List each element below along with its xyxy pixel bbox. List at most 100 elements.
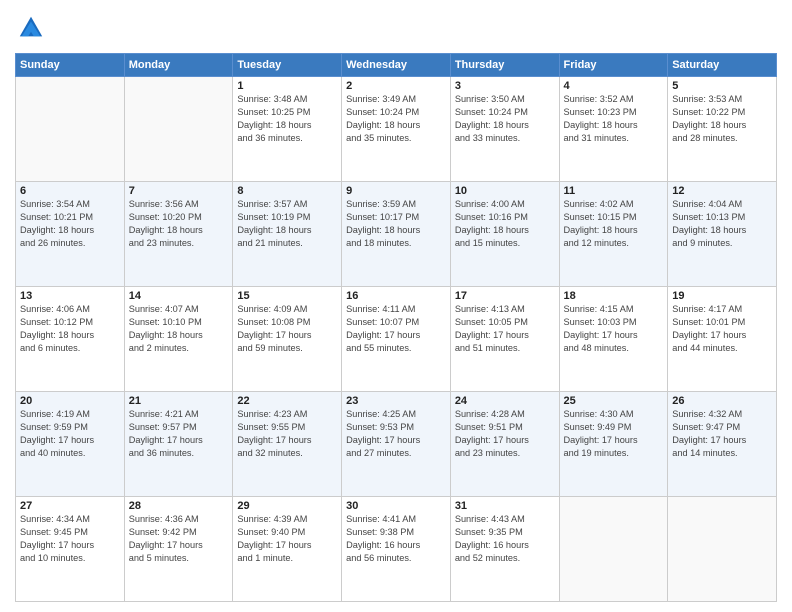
cell-text-line: and 23 minutes. — [455, 447, 555, 460]
cell-text-line: Daylight: 18 hours — [237, 119, 337, 132]
cell-text-line: Daylight: 17 hours — [455, 434, 555, 447]
cell-text-line: and 52 minutes. — [455, 552, 555, 565]
cell-text-line: Sunset: 9:55 PM — [237, 421, 337, 434]
cell-text-line: Sunrise: 4:11 AM — [346, 303, 446, 316]
cell-text-line: and 6 minutes. — [20, 342, 120, 355]
header — [15, 10, 777, 47]
day-number: 19 — [672, 290, 772, 302]
cell-text-line: and 32 minutes. — [237, 447, 337, 460]
calendar-header-row: SundayMondayTuesdayWednesdayThursdayFrid… — [16, 54, 777, 77]
cell-text-line: Sunrise: 4:02 AM — [564, 198, 664, 211]
day-number: 10 — [455, 185, 555, 197]
day-number: 3 — [455, 80, 555, 92]
cell-text-line: Sunrise: 4:32 AM — [672, 408, 772, 421]
cell-text-line: Sunset: 10:05 PM — [455, 316, 555, 329]
calendar-cell: 28Sunrise: 4:36 AMSunset: 9:42 PMDayligh… — [124, 497, 233, 602]
day-number: 14 — [129, 290, 229, 302]
cell-text-line: Daylight: 18 hours — [20, 224, 120, 237]
cell-text-line: Sunrise: 4:17 AM — [672, 303, 772, 316]
cell-text-line: Sunrise: 4:07 AM — [129, 303, 229, 316]
cell-text-line: Sunrise: 4:34 AM — [20, 513, 120, 526]
cell-text-line: Sunrise: 4:28 AM — [455, 408, 555, 421]
day-number: 20 — [20, 395, 120, 407]
calendar-cell: 12Sunrise: 4:04 AMSunset: 10:13 PMDaylig… — [668, 182, 777, 287]
cell-text-line: Sunrise: 4:41 AM — [346, 513, 446, 526]
day-number: 28 — [129, 500, 229, 512]
cell-text-line: Sunrise: 4:00 AM — [455, 198, 555, 211]
cell-text-line: and 19 minutes. — [564, 447, 664, 460]
cell-text-line: Sunset: 9:53 PM — [346, 421, 446, 434]
cell-text-line: Sunset: 10:07 PM — [346, 316, 446, 329]
cell-text-line: Sunset: 9:47 PM — [672, 421, 772, 434]
cell-text-line: and 48 minutes. — [564, 342, 664, 355]
calendar-cell — [559, 497, 668, 602]
cell-text-line: and 10 minutes. — [20, 552, 120, 565]
day-number: 7 — [129, 185, 229, 197]
cell-text-line: Sunset: 10:21 PM — [20, 211, 120, 224]
cell-text-line: and 21 minutes. — [237, 237, 337, 250]
logo — [15, 14, 45, 47]
cell-text-line: Sunset: 9:59 PM — [20, 421, 120, 434]
cell-text-line: Sunset: 9:38 PM — [346, 526, 446, 539]
cell-text-line: Sunset: 10:22 PM — [672, 106, 772, 119]
day-number: 17 — [455, 290, 555, 302]
cell-text-line: Daylight: 17 hours — [346, 329, 446, 342]
cell-text-line: Sunrise: 4:23 AM — [237, 408, 337, 421]
cell-text-line: Sunset: 9:45 PM — [20, 526, 120, 539]
cell-text-line: and 18 minutes. — [346, 237, 446, 250]
col-header-saturday: Saturday — [668, 54, 777, 77]
cell-text-line: Sunset: 10:16 PM — [455, 211, 555, 224]
calendar-cell: 29Sunrise: 4:39 AMSunset: 9:40 PMDayligh… — [233, 497, 342, 602]
day-number: 11 — [564, 185, 664, 197]
day-number: 4 — [564, 80, 664, 92]
cell-text-line: and 5 minutes. — [129, 552, 229, 565]
col-header-sunday: Sunday — [16, 54, 125, 77]
cell-text-line: Sunset: 10:03 PM — [564, 316, 664, 329]
cell-text-line: Daylight: 18 hours — [672, 224, 772, 237]
col-header-friday: Friday — [559, 54, 668, 77]
day-number: 13 — [20, 290, 120, 302]
calendar-week-4: 20Sunrise: 4:19 AMSunset: 9:59 PM Dayligh… — [16, 392, 777, 497]
cell-text-line: and 14 minutes. — [672, 447, 772, 460]
cell-text-line: and 55 minutes. — [346, 342, 446, 355]
col-header-thursday: Thursday — [450, 54, 559, 77]
calendar-cell: 25Sunrise: 4:30 AMSunset: 9:49 PMDayligh… — [559, 392, 668, 497]
cell-text-line: Sunrise: 4:19 AM — [20, 408, 120, 421]
cell-text-line: Sunrise: 3:56 AM — [129, 198, 229, 211]
cell-text-line: and 40 minutes. — [20, 447, 120, 460]
cell-text-line: Sunrise: 3:57 AM — [237, 198, 337, 211]
calendar-week-3: 13Sunrise: 4:06 AMSunset: 10:12 PMDaylig… — [16, 287, 777, 392]
cell-text-line: Sunrise: 3:52 AM — [564, 93, 664, 106]
calendar-cell: 24Sunrise: 4:28 AMSunset: 9:51 PMDayligh… — [450, 392, 559, 497]
cell-text-line: Daylight: 17 hours — [237, 329, 337, 342]
cell-text-line: Sunset: 10:17 PM — [346, 211, 446, 224]
page: SundayMondayTuesdayWednesdayThursdayFrid… — [0, 0, 792, 612]
day-number: 16 — [346, 290, 446, 302]
calendar-cell — [124, 77, 233, 182]
calendar-cell: 16Sunrise: 4:11 AMSunset: 10:07 PMDaylig… — [342, 287, 451, 392]
cell-text-line: Daylight: 16 hours — [346, 539, 446, 552]
cell-text-line: Sunset: 10:20 PM — [129, 211, 229, 224]
cell-text-line: Sunset: 9:49 PM — [564, 421, 664, 434]
cell-text-line: Sunset: 10:15 PM — [564, 211, 664, 224]
calendar-cell: 10Sunrise: 4:00 AMSunset: 10:16 PMDaylig… — [450, 182, 559, 287]
calendar-cell: 11Sunrise: 4:02 AMSunset: 10:15 PMDaylig… — [559, 182, 668, 287]
cell-text-line: and 33 minutes. — [455, 132, 555, 145]
calendar-cell: 17Sunrise: 4:13 AMSunset: 10:05 PMDaylig… — [450, 287, 559, 392]
day-number: 27 — [20, 500, 120, 512]
cell-text-line: Sunset: 9:42 PM — [129, 526, 229, 539]
day-number: 8 — [237, 185, 337, 197]
cell-text-line: and 12 minutes. — [564, 237, 664, 250]
cell-text-line: Daylight: 17 hours — [564, 329, 664, 342]
col-header-wednesday: Wednesday — [342, 54, 451, 77]
calendar-cell — [668, 497, 777, 602]
calendar-cell: 15Sunrise: 4:09 AMSunset: 10:08 PMDaylig… — [233, 287, 342, 392]
cell-text-line: and 44 minutes. — [672, 342, 772, 355]
cell-text-line: and 35 minutes. — [346, 132, 446, 145]
calendar-cell: 8Sunrise: 3:57 AMSunset: 10:19 PMDayligh… — [233, 182, 342, 287]
cell-text-line: Sunrise: 4:09 AM — [237, 303, 337, 316]
cell-text-line: Daylight: 18 hours — [20, 329, 120, 342]
cell-text-line: Daylight: 17 hours — [129, 539, 229, 552]
calendar-cell: 2Sunrise: 3:49 AMSunset: 10:24 PMDayligh… — [342, 77, 451, 182]
day-number: 15 — [237, 290, 337, 302]
